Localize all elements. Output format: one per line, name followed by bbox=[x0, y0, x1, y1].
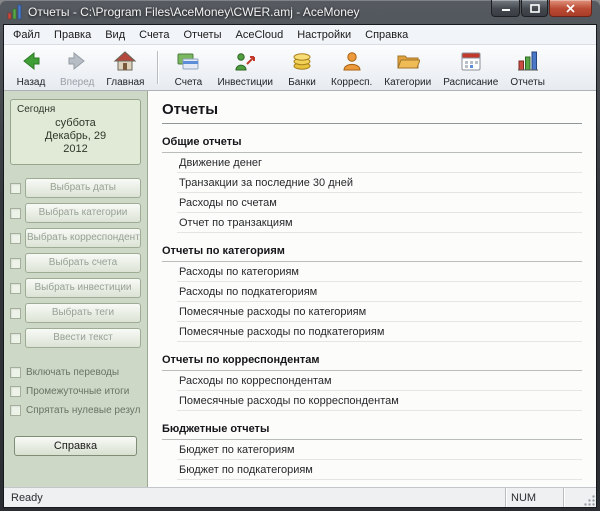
select-dates-button[interactable]: Выбрать даты bbox=[25, 178, 141, 198]
filter-row-dates: Выбрать даты bbox=[10, 178, 141, 198]
menu-edit[interactable]: Правка bbox=[47, 26, 98, 44]
categories-icon bbox=[396, 49, 420, 76]
investments-button[interactable]: Инвестиции bbox=[211, 46, 279, 89]
subtotals-option[interactable]: Промежуточные итоги bbox=[10, 386, 141, 397]
menu-file[interactable]: Файл bbox=[6, 26, 47, 44]
menu-help[interactable]: Справка bbox=[358, 26, 415, 44]
report-link[interactable]: Движение денег bbox=[177, 153, 582, 173]
forward-button[interactable]: Вперед bbox=[54, 46, 100, 89]
app-icon bbox=[7, 4, 23, 20]
investments-icon bbox=[233, 49, 257, 76]
maximize-button[interactable] bbox=[521, 0, 548, 17]
report-link[interactable]: Бюджет по подкатегориям bbox=[177, 460, 582, 480]
filter-row-investments: Выбрать инвестиции bbox=[10, 278, 141, 298]
app-body: Сегодня суббота Декабрь, 29 2012 Выбрать… bbox=[4, 91, 596, 487]
reports-icon bbox=[516, 49, 540, 76]
report-link[interactable]: Помесячные расходы по подкатегориям bbox=[177, 322, 582, 342]
payees-button[interactable]: Корресп. bbox=[325, 46, 378, 89]
banks-icon bbox=[290, 49, 314, 76]
statusbar: Ready NUM bbox=[4, 487, 596, 507]
banks-button[interactable]: Банки bbox=[279, 46, 325, 89]
home-button[interactable]: Главная bbox=[100, 46, 150, 89]
page-title: Отчеты bbox=[162, 101, 582, 124]
text-checkbox[interactable] bbox=[10, 333, 21, 344]
categories-button[interactable]: Категории bbox=[378, 46, 437, 89]
subtotals-checkbox[interactable] bbox=[10, 386, 21, 397]
toolbar: Назад Вперед Главная Счета Инвестиции bbox=[4, 45, 596, 91]
status-text: Ready bbox=[4, 492, 505, 504]
minimize-button[interactable] bbox=[491, 0, 520, 17]
client-area: Файл Правка Вид Счета Отчеты AceCloud На… bbox=[3, 24, 597, 508]
toolbar-separator bbox=[157, 51, 158, 84]
accounts-icon bbox=[176, 49, 200, 76]
report-link[interactable]: Расходы по категориям bbox=[177, 262, 582, 282]
main-content: Отчеты Общие отчеты Движение денег Транз… bbox=[148, 91, 596, 487]
select-payees-button[interactable]: Выбрать корреспондентов bbox=[25, 228, 141, 248]
menu-settings[interactable]: Настройки bbox=[290, 26, 358, 44]
options-group: Включать переводы Промежуточные итоги Сп… bbox=[10, 367, 141, 424]
report-link[interactable]: Помесячные расходы по корреспондентам bbox=[177, 391, 582, 411]
forward-icon bbox=[65, 49, 89, 76]
report-link[interactable]: Помесячные расходы по категориям bbox=[177, 302, 582, 322]
hide-zero-option[interactable]: Спрятать нулевые резуль bbox=[10, 405, 141, 416]
menu-acecloud[interactable]: AceCloud bbox=[229, 26, 291, 44]
today-date: Декабрь, 29 bbox=[17, 130, 134, 143]
menubar: Файл Правка Вид Счета Отчеты AceCloud На… bbox=[4, 25, 596, 45]
schedule-button[interactable]: Расписание bbox=[437, 46, 504, 89]
investments-checkbox[interactable] bbox=[10, 283, 21, 294]
section-heading-payees: Отчеты по корреспондентам bbox=[162, 354, 582, 371]
resize-grip[interactable] bbox=[581, 488, 596, 507]
window-title: Отчеты - C:\Program Files\AceMoney\CWER.… bbox=[28, 5, 360, 19]
tags-checkbox[interactable] bbox=[10, 308, 21, 319]
hide-zero-checkbox[interactable] bbox=[10, 405, 21, 416]
num-lock-indicator: NUM bbox=[505, 488, 563, 507]
enter-text-button[interactable]: Ввести текст bbox=[25, 328, 141, 348]
select-investments-button[interactable]: Выбрать инвестиции bbox=[25, 278, 141, 298]
acemoney-window: Отчеты - C:\Program Files\AceMoney\CWER.… bbox=[0, 0, 600, 511]
back-button[interactable]: Назад bbox=[8, 46, 54, 89]
filter-row-accounts: Выбрать счета bbox=[10, 253, 141, 273]
menu-view[interactable]: Вид bbox=[98, 26, 132, 44]
home-icon bbox=[113, 49, 137, 76]
window-controls bbox=[491, 0, 592, 17]
section-heading-general: Общие отчеты bbox=[162, 136, 582, 153]
filter-row-tags: Выбрать теги bbox=[10, 303, 141, 323]
filter-row-categories: Выбрать категории bbox=[10, 203, 141, 223]
section-heading-budget: Бюджетные отчеты bbox=[162, 423, 582, 440]
report-link[interactable]: Отчет по транзакциям bbox=[177, 213, 582, 233]
close-button[interactable] bbox=[549, 0, 592, 17]
today-weekday: суббота bbox=[17, 117, 134, 130]
accounts-checkbox[interactable] bbox=[10, 258, 21, 269]
filter-row-payees: Выбрать корреспондентов bbox=[10, 228, 141, 248]
report-link[interactable]: Расходы по подкатегориям bbox=[177, 282, 582, 302]
select-accounts-button[interactable]: Выбрать счета bbox=[25, 253, 141, 273]
today-label: Сегодня bbox=[17, 104, 134, 115]
report-link[interactable]: Расходы по корреспондентам bbox=[177, 371, 582, 391]
report-link[interactable]: Расходы по счетам bbox=[177, 193, 582, 213]
payees-checkbox[interactable] bbox=[10, 233, 21, 244]
select-categories-button[interactable]: Выбрать категории bbox=[25, 203, 141, 223]
select-tags-button[interactable]: Выбрать теги bbox=[25, 303, 141, 323]
filter-row-text: Ввести текст bbox=[10, 328, 141, 348]
menu-reports[interactable]: Отчеты bbox=[176, 26, 228, 44]
reports-button[interactable]: Отчеты bbox=[504, 46, 551, 89]
sidebar: Сегодня суббота Декабрь, 29 2012 Выбрать… bbox=[4, 91, 148, 487]
menu-accounts[interactable]: Счета bbox=[132, 26, 176, 44]
report-link[interactable]: Транзакции за последние 30 дней bbox=[177, 173, 582, 193]
schedule-icon bbox=[459, 49, 483, 76]
include-transfers-checkbox[interactable] bbox=[10, 367, 21, 378]
today-year: 2012 bbox=[17, 143, 134, 156]
dates-checkbox[interactable] bbox=[10, 183, 21, 194]
today-panel: Сегодня суббота Декабрь, 29 2012 bbox=[10, 99, 141, 165]
back-icon bbox=[19, 49, 43, 76]
categories-checkbox[interactable] bbox=[10, 208, 21, 219]
payees-icon bbox=[340, 49, 364, 76]
help-button[interactable]: Справка bbox=[14, 436, 137, 456]
include-transfers-option[interactable]: Включать переводы bbox=[10, 367, 141, 378]
accounts-button[interactable]: Счета bbox=[165, 46, 211, 89]
section-heading-categories: Отчеты по категориям bbox=[162, 245, 582, 262]
titlebar[interactable]: Отчеты - C:\Program Files\AceMoney\CWER.… bbox=[0, 0, 600, 24]
status-pane-blank bbox=[563, 488, 581, 507]
report-link[interactable]: Бюджет по категориям bbox=[177, 440, 582, 460]
